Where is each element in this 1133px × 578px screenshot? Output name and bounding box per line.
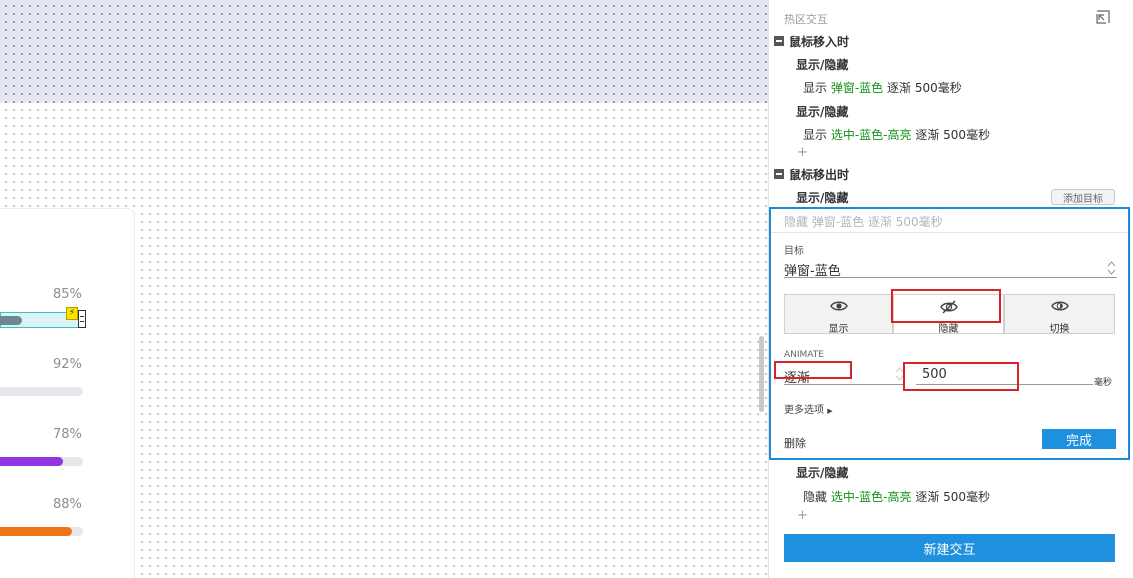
design-canvas[interactable]: 85% ⚡ 92% 78% 88% [0,0,768,578]
done-button[interactable]: 完成 [1042,429,1116,449]
bar-2-percent: 92% [53,357,82,372]
action-2-detail: 逐渐 500毫秒 [915,128,991,142]
action-1-type[interactable]: 显示/隐藏 [796,56,848,73]
more-options-link[interactable]: 更多选项 ▶ [784,401,833,416]
action-1-target: 弹窗-蓝色 [830,81,884,95]
editor-divider [771,232,1128,233]
bar-4-fill [0,527,72,536]
action-4-row[interactable]: 隐藏 选中-蓝色-高亮 逐渐 500毫秒 [803,488,990,505]
action-3-type[interactable]: 显示/隐藏 [796,189,848,206]
add-action-button-1[interactable]: + [797,145,808,160]
bar-3-track [0,457,83,466]
action-2-target: 选中-蓝色-高亮 [830,128,912,142]
editor-summary: 隐藏 弹窗-蓝色 逐渐 500毫秒 [784,215,943,229]
action-2-verb: 显示 [803,128,828,142]
action-1-row[interactable]: 显示 弹窗-蓝色 逐渐 500毫秒 [803,79,962,96]
lightning-icon[interactable]: ⚡ [66,307,78,320]
collapse-event-2-icon[interactable] [774,169,784,179]
triangle-right-icon: ▶ [827,407,833,415]
add-target-button[interactable]: 添加目标 [1051,189,1115,205]
duration-unit: 毫秒 [1094,378,1113,388]
shrink-icon[interactable] [1096,10,1110,24]
resize-handle[interactable] [78,310,86,328]
bar-3-fill [0,457,63,466]
animate-label: ANIMATE [784,350,824,360]
action-4-verb: 隐藏 [803,490,828,504]
add-action-button-2[interactable]: + [797,508,808,523]
bar-4-track [0,527,83,536]
mode-show-label: 显示 [828,324,849,335]
bar-1-percent: 85% [53,287,82,302]
bar-3-percent: 78% [53,427,82,442]
bar-1-fill [0,316,22,325]
action-4-target: 选中-蓝色-高亮 [830,490,912,504]
bar-2-fill [0,387,76,396]
canvas-scrollbar[interactable] [759,336,764,412]
target-label: 目标 [784,246,804,257]
event-mouse-enter[interactable]: 鼠标移入时 [789,33,849,50]
action-2-row[interactable]: 显示 选中-蓝色-高亮 逐渐 500毫秒 [803,126,990,143]
action-4-type[interactable]: 显示/隐藏 [796,464,848,481]
eye-icon [829,301,848,311]
animate-underline [784,384,904,385]
eye-toggle-icon [1050,301,1069,311]
new-interaction-button[interactable]: 新建交互 [784,534,1115,562]
action-1-detail: 逐渐 500毫秒 [887,81,962,95]
action-1-verb: 显示 [803,81,828,95]
annotation-box-hide [891,289,1001,323]
mode-toggle-button[interactable]: 切换 [1004,294,1115,335]
annotation-box-animate [774,361,852,379]
bar-2-track [0,387,83,396]
bar-4-percent: 88% [53,497,82,512]
action-2-type[interactable]: 显示/隐藏 [796,103,848,120]
mode-show-button[interactable]: 显示 [784,294,893,335]
action-4-detail: 逐渐 500毫秒 [915,490,991,504]
mode-toggle-label: 切换 [1049,324,1070,335]
event-mouse-leave[interactable]: 鼠标移出时 [789,166,849,183]
more-options-label: 更多选项 [784,405,824,416]
action-editor: 隐藏 弹窗-蓝色 逐渐 500毫秒 目标 弹窗-蓝色 显示 隐藏 切换 ANIM… [769,207,1130,460]
annotation-box-duration [903,362,1019,391]
target-underline [784,277,1117,278]
select-arrows-icon[interactable] [1107,261,1116,275]
delete-button[interactable]: 删除 [784,435,806,451]
canvas-top-region [0,0,768,103]
collapse-event-1-icon[interactable] [774,36,784,46]
interaction-panel: 热区交互 鼠标移入时 显示/隐藏 显示 弹窗-蓝色 逐渐 500毫秒 显示/隐藏… [768,0,1133,578]
panel-title: 热区交互 [784,13,828,26]
